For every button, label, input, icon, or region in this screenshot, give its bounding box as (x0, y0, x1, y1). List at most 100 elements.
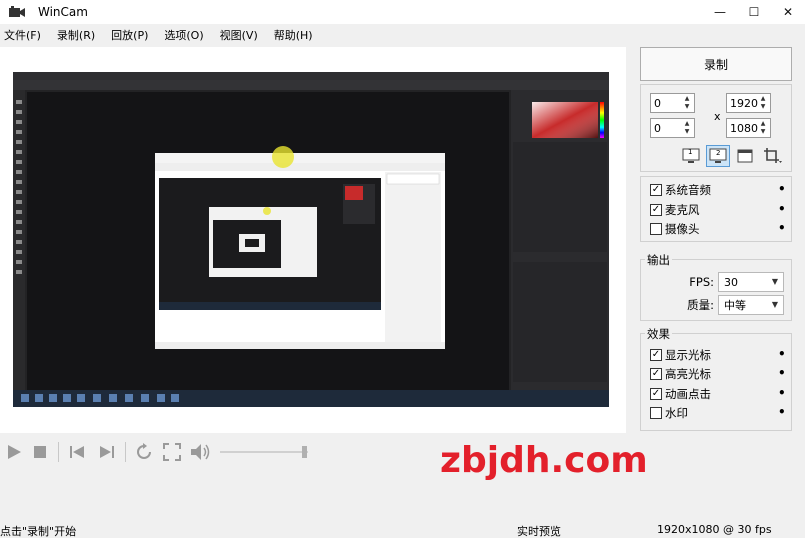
chevron-down-icon: ▼ (771, 277, 778, 286)
times-label: x (714, 110, 721, 123)
monitor-2-number: 2 (716, 149, 721, 157)
menu-bar: 文件(F) 录制(R) 回放(P) 选项(O) 视图(V) 帮助(H) (0, 24, 805, 46)
window-mode-button[interactable] (734, 146, 756, 166)
highlight-cursor-label: 高亮光标 (665, 367, 711, 381)
skip-back-icon (70, 446, 84, 458)
output-section-title: 输出 (645, 252, 672, 268)
separator (58, 442, 59, 462)
options-dot-icon[interactable]: • (778, 405, 786, 419)
window-icon (737, 149, 753, 163)
crop-region-button[interactable] (762, 146, 784, 166)
options-dot-icon[interactable]: • (778, 182, 786, 196)
title-bar: WinCam — ☐ ✕ (0, 0, 805, 24)
monitor-1-button[interactable]: 1 (680, 146, 702, 166)
volume-thumb[interactable] (302, 446, 307, 458)
spin-arrows-icon[interactable]: ▲ ▼ (756, 119, 770, 137)
menu-options[interactable]: 选项(O) (164, 27, 203, 43)
loop-icon (137, 443, 151, 459)
fps-select[interactable]: 30 ▼ (718, 272, 784, 292)
stop-button[interactable] (28, 440, 52, 464)
options-dot-icon[interactable]: • (778, 202, 786, 216)
region-x-input[interactable]: 0 ▲ ▼ (650, 93, 695, 113)
maximize-button[interactable]: ☐ (737, 0, 771, 24)
status-hint: 点击"录制"开始 (0, 525, 77, 538)
region-y-input[interactable]: 0 ▲ ▼ (650, 118, 695, 138)
monitor-1-number: 1 (688, 148, 693, 156)
quality-select[interactable]: 中等 ▼ (718, 295, 784, 315)
quality-label: 质量: (687, 298, 714, 312)
menu-playback[interactable]: 回放(P) (111, 27, 148, 43)
quality-value: 中等 (724, 299, 746, 312)
previous-button[interactable] (65, 440, 89, 464)
options-dot-icon[interactable]: • (778, 386, 786, 400)
region-width-input[interactable]: 1920 ▲ ▼ (726, 93, 771, 113)
microphone-label: 麦克风 (665, 203, 700, 217)
checkbox-unchecked-icon (650, 223, 662, 235)
checkbox-checked-icon: ✓ (650, 368, 662, 380)
fullscreen-button[interactable] (160, 440, 184, 464)
system-audio-checkbox[interactable]: ✓ 系统音频 (650, 182, 711, 198)
live-preview-screen (13, 72, 609, 407)
menu-record[interactable]: 录制(R) (57, 27, 95, 43)
preview-image (13, 72, 609, 407)
checkbox-checked-icon: ✓ (650, 204, 662, 216)
skip-forward-icon (100, 446, 114, 458)
camera-label: 摄像头 (665, 222, 700, 236)
monitor-2-button[interactable]: 2 (706, 145, 730, 167)
checkbox-unchecked-icon (650, 407, 662, 419)
maximize-icon: ☐ (748, 5, 760, 19)
options-dot-icon[interactable]: • (778, 221, 786, 235)
spin-arrows-icon[interactable]: ▲ ▼ (680, 94, 694, 112)
watermark-checkbox[interactable]: 水印 (650, 405, 688, 421)
system-audio-label: 系统音频 (665, 183, 711, 197)
stop-icon (34, 446, 46, 458)
checkbox-checked-icon: ✓ (650, 349, 662, 361)
spin-arrows-icon[interactable]: ▲ ▼ (756, 94, 770, 112)
camera-checkbox[interactable]: 摄像头 (650, 221, 700, 237)
checkbox-checked-icon: ✓ (650, 184, 662, 196)
spin-arrows-icon[interactable]: ▲ ▼ (680, 119, 694, 137)
minimize-button[interactable]: — (703, 0, 737, 24)
minimize-icon: — (714, 5, 726, 19)
microphone-checkbox[interactable]: ✓ 麦克风 (650, 202, 700, 218)
loop-button[interactable] (132, 440, 156, 464)
fps-value: 30 (724, 275, 738, 289)
volume-icon (191, 444, 210, 460)
show-cursor-checkbox[interactable]: ✓ 显示光标 (650, 347, 711, 363)
window-title: WinCam (38, 5, 88, 19)
region-y-value: 0 (654, 121, 661, 135)
region-height-value: 1080 (730, 121, 758, 135)
status-mode: 实时预览 (517, 525, 561, 538)
animate-clicks-checkbox[interactable]: ✓ 动画点击 (650, 386, 711, 402)
volume-slider[interactable] (220, 444, 310, 460)
region-x-value: 0 (654, 96, 661, 110)
close-icon: ✕ (782, 5, 794, 19)
separator (125, 442, 126, 462)
crop-icon (764, 148, 782, 163)
app-window: WinCam — ☐ ✕ 文件(F) 录制(R) 回放(P) 选项(O) 视图(… (0, 0, 805, 538)
record-button[interactable]: 录制 (640, 47, 792, 81)
camera-icon (6, 4, 28, 20)
preview-area (0, 47, 626, 433)
status-bar: 点击"录制"开始 实时预览 1920x1080 @ 30 fps (0, 520, 805, 538)
next-button[interactable] (95, 440, 119, 464)
fullscreen-icon (163, 443, 181, 461)
close-button[interactable]: ✕ (771, 0, 805, 24)
play-button[interactable] (2, 440, 26, 464)
menu-view[interactable]: 视图(V) (220, 27, 258, 43)
watermark-text: zbjdh.com (440, 440, 648, 481)
volume-button[interactable] (188, 440, 214, 464)
status-resolution: 1920x1080 @ 30 fps (657, 523, 772, 536)
highlight-cursor-checkbox[interactable]: ✓ 高亮光标 (650, 366, 711, 382)
region-height-input[interactable]: 1080 ▲ ▼ (726, 118, 771, 138)
checkbox-checked-icon: ✓ (650, 388, 662, 400)
volume-track (220, 451, 308, 453)
options-dot-icon[interactable]: • (778, 366, 786, 380)
play-icon (8, 445, 21, 459)
animate-clicks-label: 动画点击 (665, 387, 711, 401)
fps-label: FPS: (689, 275, 714, 289)
chevron-down-icon: ▼ (771, 300, 778, 309)
menu-file[interactable]: 文件(F) (4, 27, 41, 43)
menu-help[interactable]: 帮助(H) (274, 27, 313, 43)
options-dot-icon[interactable]: • (778, 347, 786, 361)
